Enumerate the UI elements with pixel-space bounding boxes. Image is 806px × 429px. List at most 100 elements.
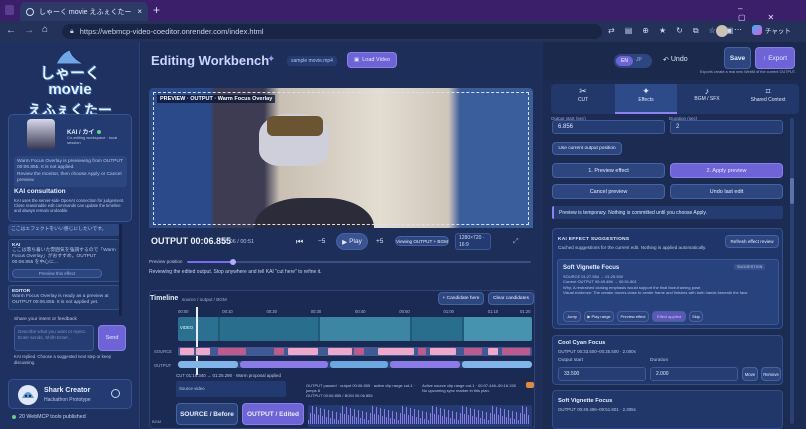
profile-avatar[interactable] (716, 25, 728, 37)
waveform-bar (330, 418, 331, 424)
source-clip[interactable] (180, 348, 194, 355)
language-toggle[interactable]: EN JP (614, 54, 652, 68)
cut-info: CUT 01:16.340 → 01:25.290 · Warm proposa… (176, 373, 281, 378)
refresh-effect-review-button[interactable]: Refresh effect review (725, 235, 779, 248)
zoom-icon[interactable]: ⊕ (642, 26, 649, 36)
save-button[interactable]: Save (724, 47, 751, 69)
reader-icon[interactable]: ▤ (625, 26, 633, 36)
more-icon[interactable]: ⋯ (734, 25, 742, 34)
tab-bgm[interactable]: ♪ BGM / SFX (677, 84, 737, 114)
home-icon[interactable]: ⌂ (42, 24, 48, 35)
cancel-preview-button[interactable]: Cancel preview (552, 184, 665, 199)
temporary-preview-note: Preview is temporary. Nothing is committ… (552, 206, 783, 219)
waveform-bar (514, 419, 515, 424)
translate-icon[interactable]: ⇄ (608, 26, 615, 36)
url-field[interactable]: 🔒︎ https://webmcp-video-coeditor.onrende… (62, 24, 602, 39)
source-track[interactable] (178, 347, 532, 356)
output-edited-button[interactable]: OUTPUT / Edited (242, 403, 304, 425)
source-before-button[interactable]: SOURCE / Before (176, 403, 238, 425)
fullscreen-icon[interactable]: ⤢ (513, 238, 519, 246)
effect-applied-button[interactable]: Effect applied (652, 311, 686, 322)
applied-output-start-input[interactable]: 33.500 (558, 367, 646, 381)
back-icon[interactable]: ← (6, 25, 16, 36)
back-5-button[interactable]: −5 (318, 238, 325, 245)
tab-actions-icon[interactable] (5, 5, 14, 15)
send-button[interactable]: Send (98, 325, 126, 351)
tab-cut[interactable]: ✂ CUT (551, 84, 615, 114)
preview-this-effect-button[interactable]: Preview this effect (12, 269, 102, 278)
timeline-panel: Timeline source / output / BGM + Candida… (149, 290, 535, 429)
source-clip[interactable] (418, 348, 426, 355)
favorites-icon[interactable]: ☆ (709, 26, 716, 36)
feedback-input[interactable]: Describe what you want or reject. Enter … (14, 325, 94, 351)
output-track[interactable] (178, 361, 532, 368)
play-button[interactable]: ▶ Play (336, 233, 368, 250)
chat-scrollbar[interactable] (119, 224, 122, 316)
viewing-output-chip[interactable]: Viewing OUTPUT + BGM (395, 236, 449, 246)
window-controls[interactable]: –▢✕ (738, 4, 806, 22)
source-clip[interactable] (274, 348, 284, 355)
output-clip[interactable] (330, 361, 388, 368)
jump-button[interactable]: Jump (563, 311, 581, 322)
lang-jp[interactable]: JP (636, 57, 642, 63)
assistant-button[interactable]: チャット (752, 25, 791, 35)
bgm-waveform[interactable] (308, 405, 532, 427)
forward-5-button[interactable]: +5 (376, 238, 383, 245)
video-track[interactable]: VIDEO (178, 317, 532, 341)
skip-start-icon[interactable]: ⏮ (296, 237, 303, 247)
load-video-button[interactable]: ▣ Load Video (347, 52, 397, 68)
source-clip[interactable] (288, 348, 318, 355)
remove-button[interactable]: Remove (761, 367, 781, 381)
extensions-icon[interactable]: ⧉ (693, 26, 699, 36)
waveform-bar (346, 407, 347, 424)
source-clip[interactable] (328, 348, 352, 355)
forward-icon[interactable]: → (24, 25, 34, 36)
lang-en[interactable]: EN (616, 56, 633, 66)
preview-position-slider[interactable] (187, 259, 531, 265)
source-clip[interactable] (354, 348, 364, 355)
candidate-here-button[interactable]: + Candidate here (438, 292, 484, 305)
source-clip[interactable] (488, 348, 498, 355)
suggestion-preview-button[interactable]: Preview effect (617, 311, 649, 322)
undo-button[interactable]: ↶ Undo (663, 56, 688, 64)
clear-candidates-button[interactable]: Clear candidates (488, 292, 534, 305)
video-monitor[interactable]: PREVIEW · OUTPUT · Warm Focus Overlay OU… (149, 88, 533, 271)
source-clip[interactable] (430, 348, 456, 355)
refresh-icon[interactable]: ↻ (676, 26, 683, 36)
new-tab-button[interactable]: + (153, 3, 160, 17)
duration-input[interactable]: 2 (670, 120, 783, 134)
close-tab-icon[interactable]: × (137, 7, 142, 16)
output-start-input[interactable]: 6.856 (552, 120, 665, 134)
output-clip[interactable] (390, 361, 460, 368)
tab-effects[interactable]: ✦ Effects (615, 84, 677, 114)
panel-scroll-thumb[interactable] (790, 178, 794, 204)
time-ruler[interactable]: 00:00 00:10 00:20 00:30 00:40 00:50 01:00 01:10… (178, 309, 532, 317)
sample-file-chip[interactable]: sample movie.mp4 (287, 56, 337, 66)
undo-last-edit-button[interactable]: Undo last edit (670, 184, 783, 199)
skip-button[interactable]: Skip (689, 311, 703, 322)
kai-reply: KAI ここは落ち着いた雰囲気を強調するので「Warm Focus Overla… (8, 239, 120, 282)
source-clip[interactable] (464, 348, 482, 355)
creator-settings-icon[interactable] (111, 389, 120, 398)
output-clip[interactable] (178, 361, 238, 368)
output-clip[interactable] (240, 361, 328, 368)
chat-log[interactable]: ここはエフェクトをいい感じにしたいです。 KAI ここは落ち着いた雰囲気を強調す… (8, 224, 132, 316)
creator-card[interactable]: Shark Creator Hackathon Prototype (8, 379, 132, 409)
apply-preview-button[interactable]: 2. Apply preview (670, 163, 783, 178)
source-clip[interactable] (502, 348, 530, 355)
source-clip[interactable] (218, 348, 246, 355)
output-clip[interactable] (462, 361, 532, 368)
source-clip[interactable] (196, 348, 210, 355)
copilot-icon (752, 25, 762, 35)
source-clip[interactable] (378, 348, 414, 355)
star-icon[interactable]: ★ (659, 26, 666, 36)
preview-effect-button[interactable]: 1. Preview effect (552, 163, 665, 178)
panel-scrollbar[interactable] (790, 118, 794, 424)
move-button[interactable]: Move (742, 367, 758, 381)
browser-tab[interactable]: しゃーく movie えふぇくたー — Editing × (20, 2, 148, 21)
use-current-position-button[interactable]: Use current output position (552, 142, 622, 155)
export-button[interactable]: ↑ Export (755, 47, 795, 69)
applied-duration-input[interactable]: 2.000 (650, 367, 738, 381)
play-range-button[interactable]: ▶ Play range (584, 311, 614, 322)
tab-shared-context[interactable]: ⌗ Shared Context (737, 84, 799, 114)
